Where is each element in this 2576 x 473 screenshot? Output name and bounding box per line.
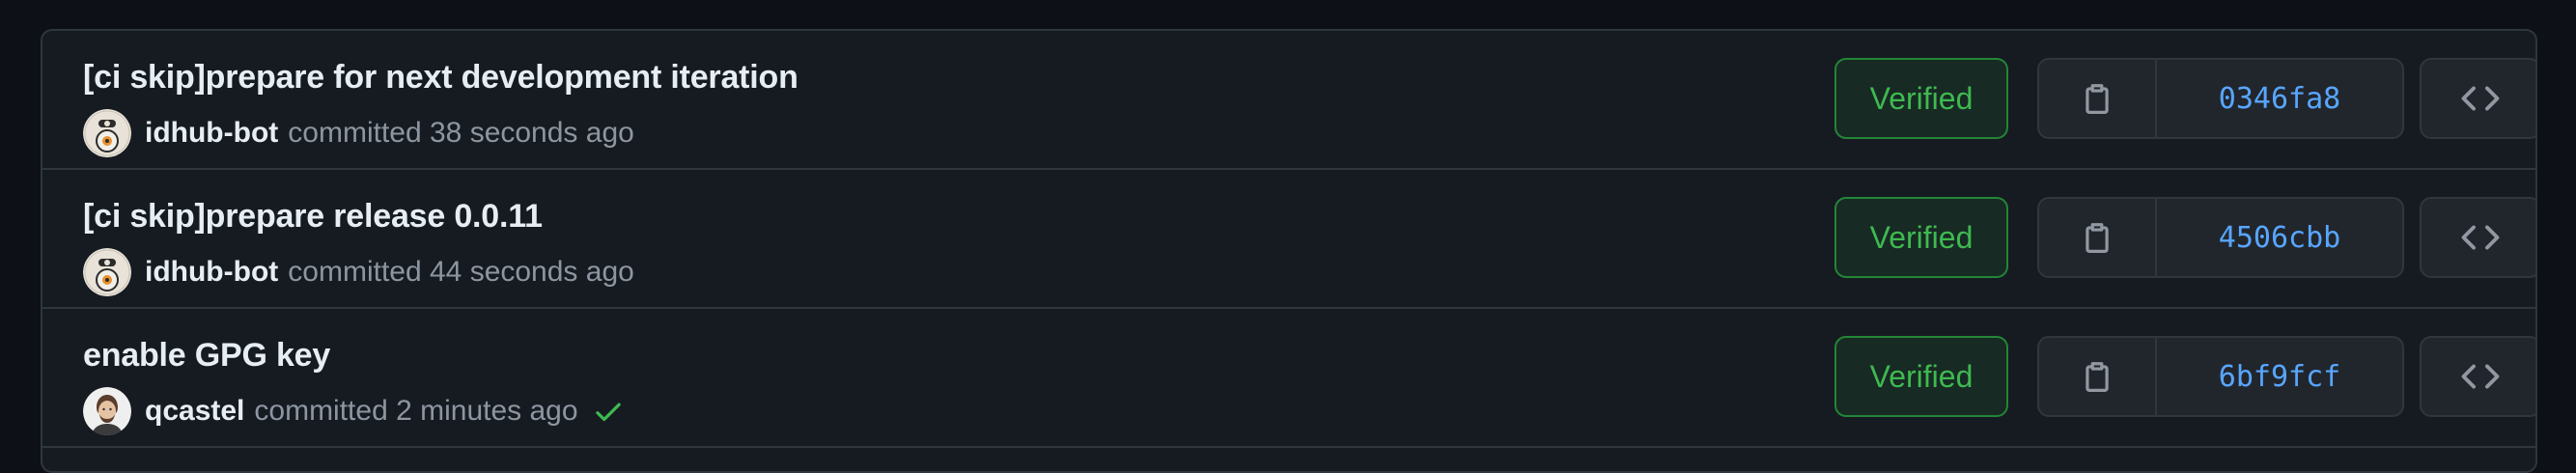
code-icon	[2461, 225, 2500, 250]
clipboard-icon	[2086, 223, 2109, 253]
check-icon[interactable]	[592, 395, 625, 428]
commit-row: [ci skip]prepare for next development it…	[42, 31, 2535, 170]
commit-list: [ci skip]prepare for next development it…	[41, 29, 2537, 473]
sha-button-group: 4506cbb	[2037, 197, 2404, 278]
browse-repo-button[interactable]	[2420, 336, 2535, 417]
commit-row: [ci skip]prepare release 0.0.11 idhub-bo…	[42, 170, 2535, 309]
author-link[interactable]: idhub-bot	[145, 256, 278, 289]
copy-sha-button[interactable]	[2039, 60, 2157, 137]
commit-sha-link[interactable]: 6bf9fcf	[2157, 338, 2402, 415]
code-icon	[2461, 364, 2500, 389]
browse-repo-button[interactable]	[2420, 197, 2535, 278]
browse-repo-button[interactable]	[2420, 58, 2535, 139]
commit-title-link[interactable]: enable GPG key	[83, 336, 330, 375]
commit-time: committed 2 minutes ago	[254, 395, 578, 427]
commit-row: enable GPG key qcastel committed 2 minut…	[42, 309, 2535, 448]
commit-title-link[interactable]: [ci skip]prepare for next development it…	[83, 58, 798, 97]
verified-badge[interactable]: Verified	[1834, 58, 2008, 139]
commit-sha-link[interactable]: 4506cbb	[2157, 199, 2402, 276]
copy-sha-button[interactable]	[2039, 199, 2157, 276]
commit-title-link[interactable]: [ci skip]prepare release 0.0.11	[83, 197, 543, 236]
sha-button-group: 6bf9fcf	[2037, 336, 2404, 417]
sha-button-group: 0346fa8	[2037, 58, 2404, 139]
code-icon	[2461, 86, 2500, 111]
clipboard-icon	[2086, 84, 2109, 114]
author-link[interactable]: idhub-bot	[145, 117, 278, 150]
verified-badge[interactable]: Verified	[1834, 336, 2008, 417]
clipboard-icon	[2086, 362, 2109, 392]
copy-sha-button[interactable]	[2039, 338, 2157, 415]
author-link[interactable]: qcastel	[145, 395, 244, 428]
bot-avatar-icon[interactable]	[83, 248, 131, 296]
commit-time: committed 38 seconds ago	[288, 117, 634, 149]
commit-sha-link[interactable]: 0346fa8	[2157, 60, 2402, 137]
commit-meta: qcastel committed 2 minutes ago	[83, 386, 625, 436]
bot-avatar-icon[interactable]	[83, 109, 131, 157]
commit-meta: idhub-bot committed 38 seconds ago	[83, 108, 634, 158]
verified-badge[interactable]: Verified	[1834, 197, 2008, 278]
user-avatar-icon[interactable]	[83, 387, 131, 435]
commit-meta: idhub-bot committed 44 seconds ago	[83, 247, 634, 297]
commit-time: committed 44 seconds ago	[288, 256, 634, 288]
